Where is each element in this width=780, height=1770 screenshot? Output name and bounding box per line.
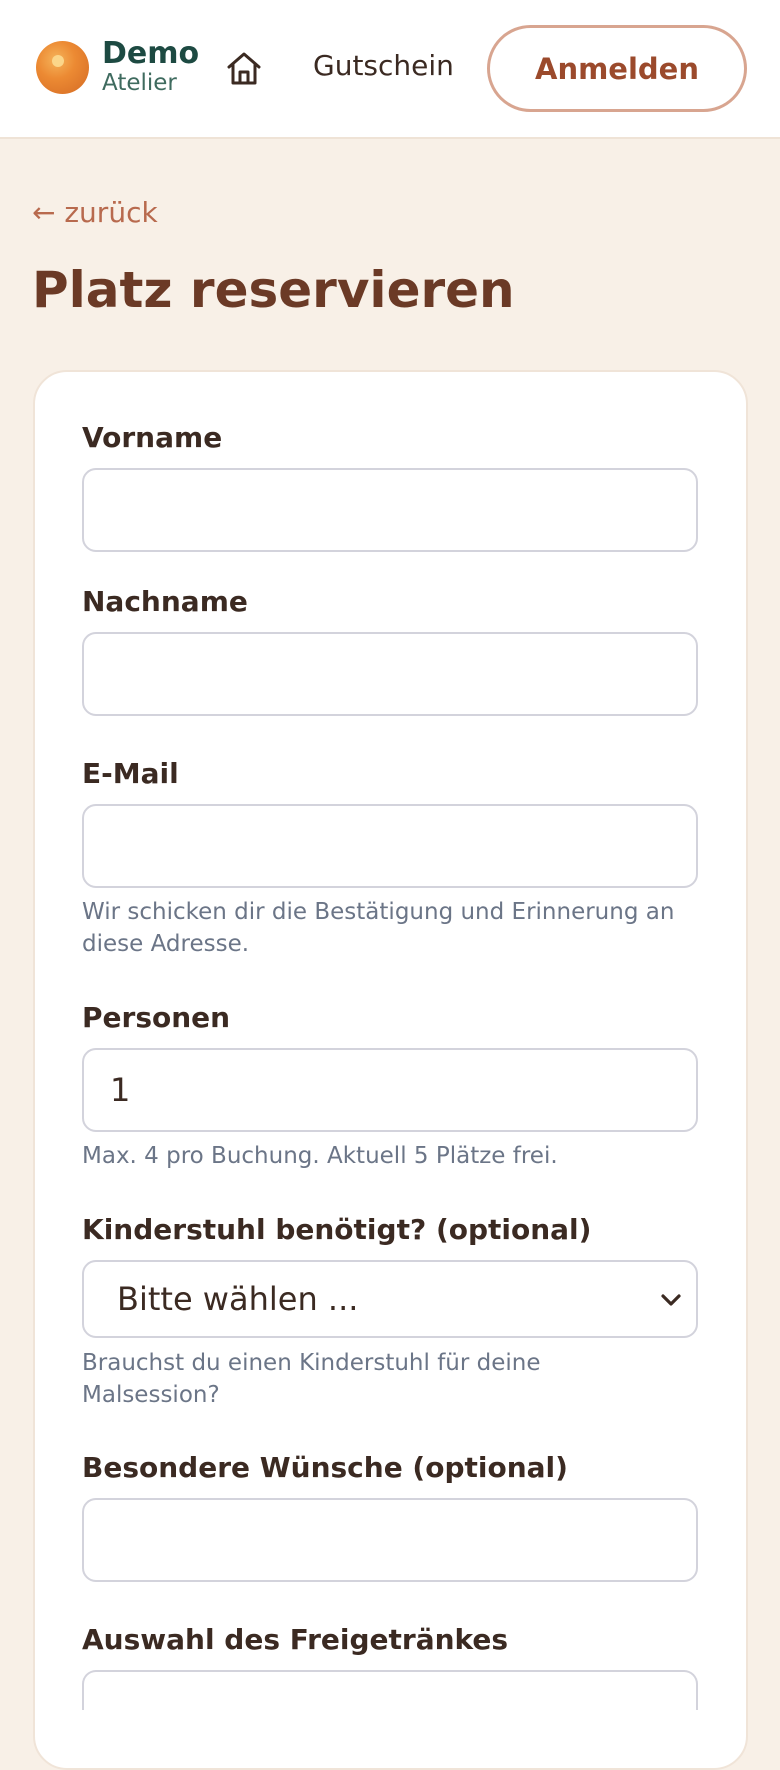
- page-title: Platz reservieren: [32, 261, 515, 319]
- child-chair-label: Kinderstuhl benötigt? (optional): [82, 1213, 592, 1246]
- persons-label: Personen: [82, 1001, 231, 1034]
- chevron-down-icon: [661, 1294, 681, 1306]
- logo-highlight: [52, 55, 64, 67]
- email-field[interactable]: [82, 804, 698, 888]
- last-name-label: Nachname: [82, 585, 248, 618]
- email-hint: Wir schicken dir die Bestätigung und Eri…: [82, 899, 675, 957]
- home-icon[interactable]: [224, 48, 264, 88]
- logo-icon[interactable]: [36, 41, 89, 94]
- child-chair-select[interactable]: Bitte wählen ...: [82, 1260, 698, 1338]
- last-name-field[interactable]: [82, 632, 698, 716]
- nav-voucher-link[interactable]: Gutschein: [313, 48, 454, 84]
- back-link[interactable]: ← zurück: [32, 195, 158, 231]
- logo-title[interactable]: Demo: [102, 36, 199, 72]
- special-requests-field[interactable]: [82, 1498, 698, 1582]
- free-drink-select[interactable]: [82, 1670, 698, 1710]
- login-button[interactable]: Anmelden: [487, 25, 747, 112]
- first-name-field[interactable]: [82, 468, 698, 552]
- special-requests-label: Besondere Wünsche (optional): [82, 1451, 568, 1484]
- free-drink-label: Auswahl des Freigetränkes: [82, 1623, 509, 1656]
- logo-subtitle[interactable]: Atelier: [102, 70, 177, 96]
- persons-hint: Max. 4 pro Buchung. Aktuell 5 Plätze fre…: [82, 1143, 558, 1169]
- email-label: E-Mail: [82, 757, 179, 790]
- child-chair-selected-value: Bitte wählen ...: [117, 1280, 359, 1318]
- persons-field[interactable]: [82, 1048, 698, 1132]
- header: Demo Atelier Gutschein Anmelden: [0, 0, 780, 139]
- child-chair-hint: Brauchst du einen Kinderstuhl für deine …: [82, 1350, 541, 1408]
- first-name-label: Vorname: [82, 421, 223, 454]
